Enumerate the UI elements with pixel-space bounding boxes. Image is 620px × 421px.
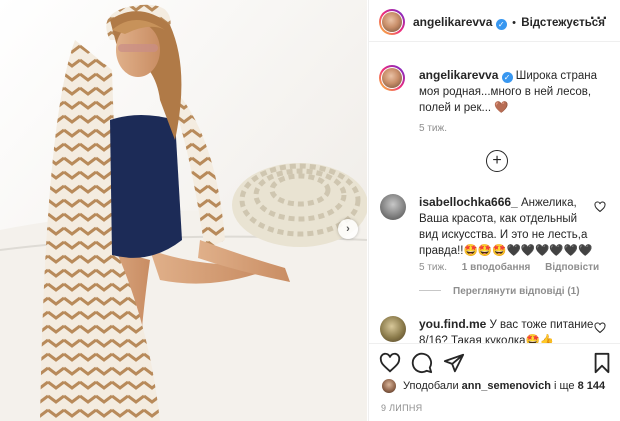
post-side-panel: angelikarevva ✓ • Відстежується ··· ange…	[368, 0, 620, 421]
comment-avatar[interactable]	[380, 316, 406, 342]
comment: isabellochka666_ Анжелика, Ваша красота,…	[419, 194, 599, 259]
comment-timestamp[interactable]: 5 тиж.	[419, 262, 447, 273]
likes-prefix: Уподобали	[403, 380, 459, 392]
carousel-next-button[interactable]: ›	[338, 219, 358, 239]
action-bar	[369, 343, 620, 379]
verified-badge-icon: ✓	[501, 72, 513, 83]
view-replies-button[interactable]: Переглянути відповіді (1)	[419, 286, 580, 297]
view-replies-label: Переглянути відповіді (1)	[453, 286, 580, 297]
reply-button[interactable]: Відповісти	[545, 262, 599, 273]
comment-likes-count[interactable]: 1 вподобання	[462, 262, 531, 273]
likes-count[interactable]: 8 144	[578, 380, 606, 392]
comment-meta: 5 тиж. 1 вподобання Відповісти	[419, 262, 611, 273]
likes-summary: Уподобали ann_semenovich і ще 8 144	[403, 380, 605, 392]
more-options-icon[interactable]: ···	[590, 11, 609, 27]
author-username[interactable]: angelikarevva	[413, 15, 492, 29]
separator-dot: •	[512, 17, 516, 29]
caption-author[interactable]: angelikarevva	[419, 68, 498, 82]
load-more-comments-icon[interactable]: +	[486, 150, 508, 172]
caption-timestamp[interactable]: 5 тиж.	[419, 123, 447, 134]
post-header: angelikarevva ✓ • Відстежується ···	[369, 0, 620, 42]
caption: angelikarevva ✓ Широка страна моя родная…	[419, 67, 609, 116]
comment-avatar[interactable]	[380, 194, 406, 220]
post-photo[interactable]: ›	[0, 0, 367, 421]
comment-author[interactable]: you.find.me	[419, 317, 486, 331]
comment-like-heart-icon[interactable]	[594, 201, 606, 213]
comment: you.find.me У вас тоже питание 8/16? Так…	[419, 316, 599, 343]
author-avatar[interactable]	[379, 9, 405, 35]
verified-badge-icon: ✓	[495, 19, 507, 30]
liker-username[interactable]: ann_semenovich	[462, 380, 551, 392]
caption-author-avatar[interactable]	[379, 65, 405, 91]
save-bookmark-icon[interactable]	[591, 352, 613, 374]
liker-avatar[interactable]	[381, 378, 397, 394]
like-heart-icon[interactable]	[379, 352, 401, 374]
comment-author[interactable]: isabellochka666_	[419, 195, 518, 209]
post-photo-image	[0, 0, 367, 421]
share-paper-plane-icon[interactable]	[443, 352, 465, 374]
post-date[interactable]: 9 ЛИПНЯ	[381, 403, 422, 413]
comment-like-heart-icon[interactable]	[594, 322, 606, 334]
comment-bubble-icon[interactable]	[411, 352, 433, 374]
replies-divider-line	[419, 290, 441, 291]
likes-suffix: і ще	[553, 380, 575, 392]
